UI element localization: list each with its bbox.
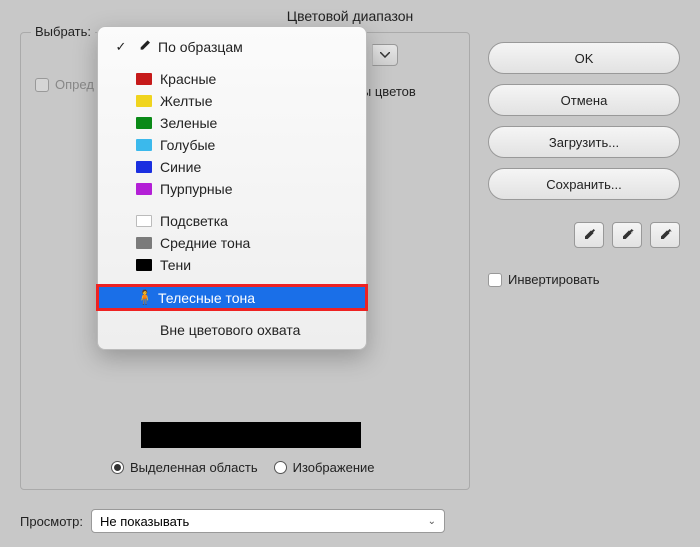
preview-select[interactable]: Не показывать ⌄ xyxy=(91,509,445,533)
eyedropper-icon xyxy=(581,227,597,243)
radio-image-label: Изображение xyxy=(293,460,375,475)
detect-faces-label: Опред xyxy=(55,77,94,92)
dropdown-item-reds[interactable]: Красные xyxy=(98,68,366,90)
load-button[interactable]: Загрузить... xyxy=(488,126,680,158)
dropdown-item-label: Пурпурные xyxy=(160,181,232,197)
ok-button[interactable]: OK xyxy=(488,42,680,74)
dropdown-item-skin-tones[interactable]: 🧍 Телесные тона xyxy=(98,286,366,309)
detect-faces-checkbox xyxy=(35,78,49,92)
swatch-red xyxy=(136,73,152,85)
eyedropper-plus-icon: + xyxy=(619,227,635,243)
invert-label: Инвертировать xyxy=(508,272,600,287)
dropdown-item-label: Красные xyxy=(160,71,216,87)
dropdown-item-label: Вне цветового охвата xyxy=(160,322,300,338)
radio-image[interactable]: Изображение xyxy=(274,460,375,475)
person-icon: 🧍 xyxy=(136,289,150,306)
radio-selection-input[interactable] xyxy=(111,461,124,474)
svg-text:+: + xyxy=(630,229,634,235)
chevron-down-icon xyxy=(380,52,390,58)
dropdown-item-label: По образцам xyxy=(158,39,243,55)
check-icon: ✓ xyxy=(114,39,128,55)
svg-text:−: − xyxy=(668,229,672,235)
dropdown-item-out-of-gamut[interactable]: Вне цветового охвата xyxy=(98,319,366,341)
swatch-cyan xyxy=(136,139,152,151)
dropdown-item-cyans[interactable]: Голубые xyxy=(98,134,366,156)
dropdown-item-label: Желтые xyxy=(160,93,213,109)
swatch-midtone xyxy=(136,237,152,249)
dropdown-item-yellows[interactable]: Желтые xyxy=(98,90,366,112)
dropdown-item-label: Телесные тона xyxy=(158,290,255,306)
dropdown-item-midtones[interactable]: Средние тона xyxy=(98,232,366,254)
dropdown-item-label: Синие xyxy=(160,159,201,175)
dropdown-item-magentas[interactable]: Пурпурные xyxy=(98,178,366,200)
dropdown-item-label: Зеленые xyxy=(160,115,217,131)
eyedropper-icon xyxy=(136,38,150,55)
cancel-button[interactable]: Отмена xyxy=(488,84,680,116)
swatch-green xyxy=(136,117,152,129)
swatch-highlight xyxy=(136,215,152,227)
dropdown-item-label: Средние тона xyxy=(160,235,250,251)
radio-selection-label: Выделенная область xyxy=(130,460,258,475)
dropdown-item-blues[interactable]: Синие xyxy=(98,156,366,178)
invert-checkbox[interactable] xyxy=(488,273,502,287)
selection-preview xyxy=(141,422,361,448)
select-label: Выбрать: xyxy=(31,24,95,39)
eyedropper-minus-icon: − xyxy=(657,227,673,243)
dropdown-item-sampled[interactable]: ✓ По образцам xyxy=(98,35,366,58)
dropdown-item-label: Тени xyxy=(160,257,191,273)
eyedropper-subtract-button[interactable]: − xyxy=(650,222,680,248)
dropdown-item-label: Подсветка xyxy=(160,213,228,229)
dropdown-item-highlights[interactable]: Подсветка xyxy=(98,210,366,232)
dropdown-item-shadows[interactable]: Тени xyxy=(98,254,366,276)
chevron-down-icon: ⌄ xyxy=(428,516,436,527)
swatch-blue xyxy=(136,161,152,173)
eyedropper-add-button[interactable]: + xyxy=(612,222,642,248)
select-dropdown-trigger[interactable] xyxy=(372,44,398,66)
preview-label: Просмотр: xyxy=(20,514,83,529)
swatch-shadow xyxy=(136,259,152,271)
radio-selection[interactable]: Выделенная область xyxy=(111,460,258,475)
eyedropper-button[interactable] xyxy=(574,222,604,248)
select-dropdown-menu: ✓ По образцам Красные Желтые Зеленые Гол… xyxy=(97,26,367,350)
dropdown-item-label: Голубые xyxy=(160,137,215,153)
save-button[interactable]: Сохранить... xyxy=(488,168,680,200)
dropdown-item-greens[interactable]: Зеленые xyxy=(98,112,366,134)
preview-select-value: Не показывать xyxy=(100,514,189,529)
swatch-magenta xyxy=(136,183,152,195)
swatch-yellow xyxy=(136,95,152,107)
radio-image-input[interactable] xyxy=(274,461,287,474)
